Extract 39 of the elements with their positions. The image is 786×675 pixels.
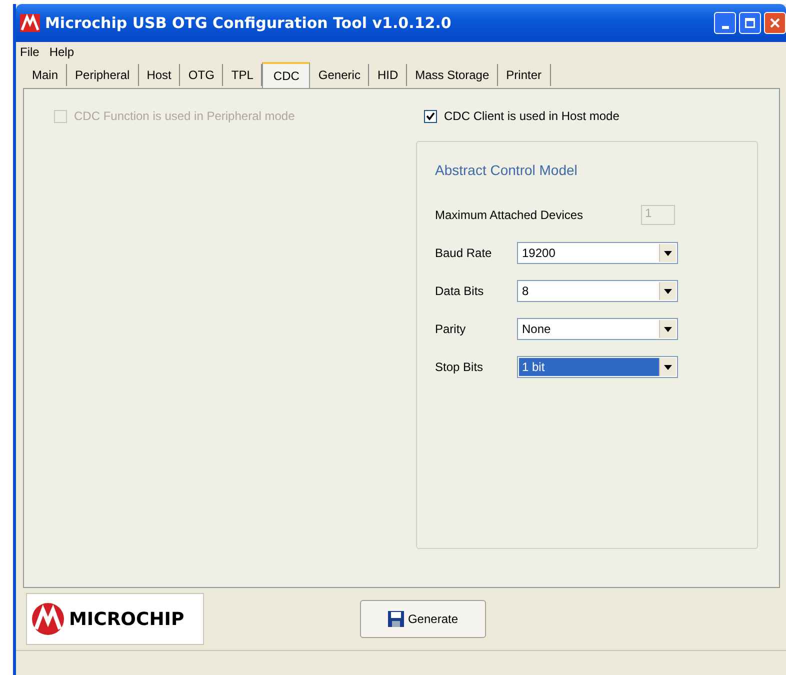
tab[interactable]: Mass Storage xyxy=(407,64,498,86)
field-label: Data Bits xyxy=(435,284,485,298)
close-button[interactable] xyxy=(764,12,786,34)
dropdown[interactable]: None xyxy=(517,318,678,340)
logo-text: MICROCHIP xyxy=(69,608,184,630)
tab[interactable]: Printer xyxy=(498,64,551,86)
field-label: Maximum Attached Devices xyxy=(435,208,584,222)
tab[interactable]: Generic xyxy=(310,64,370,86)
window-title: Microchip USB OTG Configuration Tool v1.0.12.0 xyxy=(45,14,452,32)
generate-button[interactable]: Generate xyxy=(360,600,486,638)
dropdown-value: 19200 xyxy=(521,245,556,262)
dropdown[interactable]: 19200 xyxy=(517,242,678,264)
group-title: Abstract Control Model xyxy=(435,162,578,178)
tab[interactable]: OTG xyxy=(180,64,224,86)
logo-icon xyxy=(31,602,65,636)
check-icon xyxy=(426,112,435,120)
app-logo-icon xyxy=(20,14,40,32)
dropdown-value: 1 bit xyxy=(519,358,659,376)
dropdown-value: None xyxy=(521,321,552,338)
dropdown[interactable]: 8 xyxy=(517,280,678,302)
save-icon xyxy=(388,611,404,627)
tab[interactable]: Host xyxy=(138,64,180,86)
maximize-icon xyxy=(745,18,755,28)
minimize-button[interactable] xyxy=(714,12,736,34)
menu-item[interactable]: Help xyxy=(49,45,74,59)
menu-item[interactable]: File xyxy=(20,45,40,59)
field-label: Parity xyxy=(435,322,467,336)
minimize-icon xyxy=(722,26,728,28)
field-label: Baud Rate xyxy=(435,246,493,260)
dropdown[interactable]: 1 bit xyxy=(517,356,678,378)
tab[interactable]: CDC xyxy=(262,62,310,89)
tab[interactable]: HID xyxy=(369,64,408,86)
field-label: Stop Bits xyxy=(435,360,484,374)
tab[interactable]: Peripheral xyxy=(67,64,139,86)
tab[interactable]: Main xyxy=(24,64,68,86)
dropdown-value: 8 xyxy=(521,283,530,300)
close-icon xyxy=(770,18,780,28)
maximize-button[interactable] xyxy=(739,12,761,34)
host-mode-checkbox[interactable]: CDC Client is used in Host mode xyxy=(424,109,765,123)
